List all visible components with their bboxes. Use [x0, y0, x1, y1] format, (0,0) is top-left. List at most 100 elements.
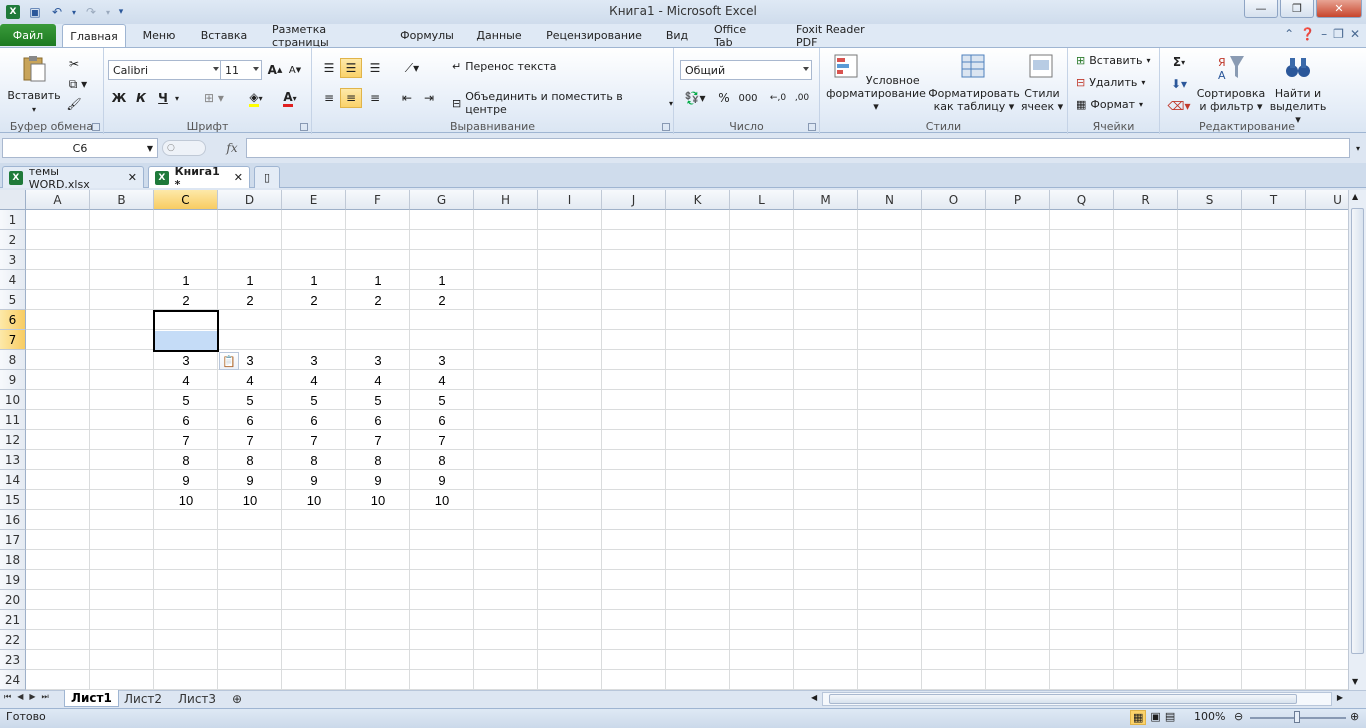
alignment-launcher-icon[interactable]	[662, 123, 670, 131]
restore-button[interactable]: ❐	[1280, 0, 1314, 18]
cell-e4[interactable]: 1	[282, 270, 346, 290]
row-header-14[interactable]: 14	[0, 470, 26, 490]
cell-e10[interactable]: 5	[282, 390, 346, 410]
row-header-21[interactable]: 21	[0, 610, 26, 630]
row-header-1[interactable]: 1	[0, 210, 26, 230]
cell-f8[interactable]: 3	[346, 350, 410, 370]
scroll-right-icon[interactable]: ▶	[1337, 693, 1343, 702]
column-header-e[interactable]: E	[282, 190, 346, 210]
row-header-5[interactable]: 5	[0, 290, 26, 310]
cell-f15[interactable]: 10	[346, 490, 410, 510]
vertical-scroll-thumb[interactable]	[1351, 208, 1364, 654]
row-header-20[interactable]: 20	[0, 590, 26, 610]
cell-f12[interactable]: 7	[346, 430, 410, 450]
worksheet-grid[interactable]: ABCDEFGHIJKLMNOPQRSTU 1 2 3 4 5 6 7 8 9 10 11 12 13 1…	[0, 190, 1348, 690]
row-header-17[interactable]: 17	[0, 530, 26, 550]
tab-file[interactable]: Файл	[0, 24, 56, 46]
font-size-combo[interactable]: 11	[220, 60, 262, 80]
zoom-slider-thumb[interactable]	[1294, 711, 1300, 723]
fill-icon[interactable]: ⬇▾	[1166, 74, 1192, 94]
row-header-9[interactable]: 9	[0, 370, 26, 390]
cell-g8[interactable]: 3	[410, 350, 474, 370]
tab-data[interactable]: Данные	[470, 24, 528, 47]
collapse-ribbon-icon[interactable]: ⌃	[1284, 27, 1294, 41]
zoom-out-icon[interactable]: ⊖	[1234, 710, 1243, 723]
tab-office-tab[interactable]: Office Tab	[706, 23, 776, 49]
column-header-t[interactable]: T	[1242, 190, 1306, 210]
doc-tab-kniga1[interactable]: X Книга1 * ✕	[148, 165, 250, 191]
cell-f11[interactable]: 6	[346, 410, 410, 430]
sheet-tab-list3[interactable]: Лист3	[172, 690, 222, 707]
font-name-combo[interactable]: Calibri	[108, 60, 222, 80]
column-header-m[interactable]: M	[794, 190, 858, 210]
align-left-icon[interactable]: ≡	[318, 88, 340, 108]
row-header-8[interactable]: 8	[0, 350, 26, 370]
cell-g14[interactable]: 9	[410, 470, 474, 490]
column-header-c[interactable]: C	[154, 190, 218, 210]
tab-page-layout[interactable]: Разметка страницы	[264, 23, 384, 49]
ribbon-close-icon[interactable]: ✕	[1350, 27, 1360, 41]
cell-d13[interactable]: 8	[218, 450, 282, 470]
cell-e8[interactable]: 3	[282, 350, 346, 370]
cell-g4[interactable]: 1	[410, 270, 474, 290]
column-header-d[interactable]: D	[218, 190, 282, 210]
cell-d4[interactable]: 1	[218, 270, 282, 290]
tab-insert[interactable]: Вставка	[196, 24, 252, 47]
find-select-button[interactable]: Найти и выделить ▾	[1266, 52, 1330, 126]
sheet-tab-list1[interactable]: Лист1	[64, 690, 119, 707]
paste-button[interactable]: Вставить ▾	[6, 54, 62, 116]
close-button[interactable]: ✕	[1316, 0, 1362, 18]
cell-e12[interactable]: 7	[282, 430, 346, 450]
column-header-a[interactable]: A	[26, 190, 90, 210]
minimize-button[interactable]: —	[1244, 0, 1278, 18]
sheet-tab-list2[interactable]: Лист2	[118, 690, 168, 707]
currency-format-icon[interactable]: 💱▾	[680, 88, 710, 108]
cell-d12[interactable]: 7	[218, 430, 282, 450]
cell-c8[interactable]: 3	[154, 350, 218, 370]
page-layout-view-icon[interactable]: ▣	[1150, 710, 1160, 725]
borders-button[interactable]: ⊞ ▾	[200, 88, 228, 108]
scroll-up-icon[interactable]: ▲	[1352, 192, 1358, 201]
italic-button[interactable]: К	[132, 88, 150, 108]
prev-sheet-icon[interactable]: ◀	[17, 692, 23, 702]
font-launcher-icon[interactable]	[300, 123, 308, 131]
row-header-18[interactable]: 18	[0, 550, 26, 570]
cell-d9[interactable]: 4	[218, 370, 282, 390]
column-header-j[interactable]: J	[602, 190, 666, 210]
align-right-icon[interactable]: ≡	[364, 88, 386, 108]
row-header-16[interactable]: 16	[0, 510, 26, 530]
row-header-7[interactable]: 7	[0, 330, 26, 350]
increase-decimal-button[interactable]: ←,0	[766, 88, 790, 108]
align-center-icon[interactable]: ≡	[340, 88, 362, 108]
cell-g13[interactable]: 8	[410, 450, 474, 470]
number-format-combo[interactable]: Общий	[680, 60, 812, 80]
clipboard-launcher-icon[interactable]	[92, 123, 100, 131]
cell-c13[interactable]: 8	[154, 450, 218, 470]
merge-dropdown-icon[interactable]: ▾	[669, 99, 673, 108]
zoom-in-icon[interactable]: ⊕	[1350, 710, 1359, 723]
cell-f10[interactable]: 5	[346, 390, 410, 410]
cell-d5[interactable]: 2	[218, 290, 282, 310]
align-bottom-icon[interactable]: ☰	[364, 58, 386, 78]
tab-menu[interactable]: Меню	[134, 24, 184, 47]
cell-c14[interactable]: 9	[154, 470, 218, 490]
cell-f9[interactable]: 4	[346, 370, 410, 390]
new-document-tab-button[interactable]: ▯	[254, 166, 280, 188]
cell-f5[interactable]: 2	[346, 290, 410, 310]
align-top-icon[interactable]: ☰	[318, 58, 340, 78]
wrap-text-button[interactable]: ↵ Перенос текста	[452, 60, 557, 73]
row-header-11[interactable]: 11	[0, 410, 26, 430]
tab-view[interactable]: Вид	[660, 24, 694, 47]
cell-g9[interactable]: 4	[410, 370, 474, 390]
cell-c9[interactable]: 4	[154, 370, 218, 390]
align-middle-icon[interactable]: ☰	[340, 58, 362, 78]
help-icon[interactable]: ❓	[1300, 27, 1315, 41]
cell-g11[interactable]: 6	[410, 410, 474, 430]
row-header-2[interactable]: 2	[0, 230, 26, 250]
tab-foxit-reader[interactable]: Foxit Reader PDF	[788, 23, 888, 49]
column-header-s[interactable]: S	[1178, 190, 1242, 210]
expand-formula-bar-icon[interactable]: ▾	[1350, 138, 1366, 158]
bold-button[interactable]: Ж	[110, 88, 128, 108]
ribbon-restore-icon[interactable]: ❐	[1333, 27, 1344, 41]
cell-c12[interactable]: 7	[154, 430, 218, 450]
